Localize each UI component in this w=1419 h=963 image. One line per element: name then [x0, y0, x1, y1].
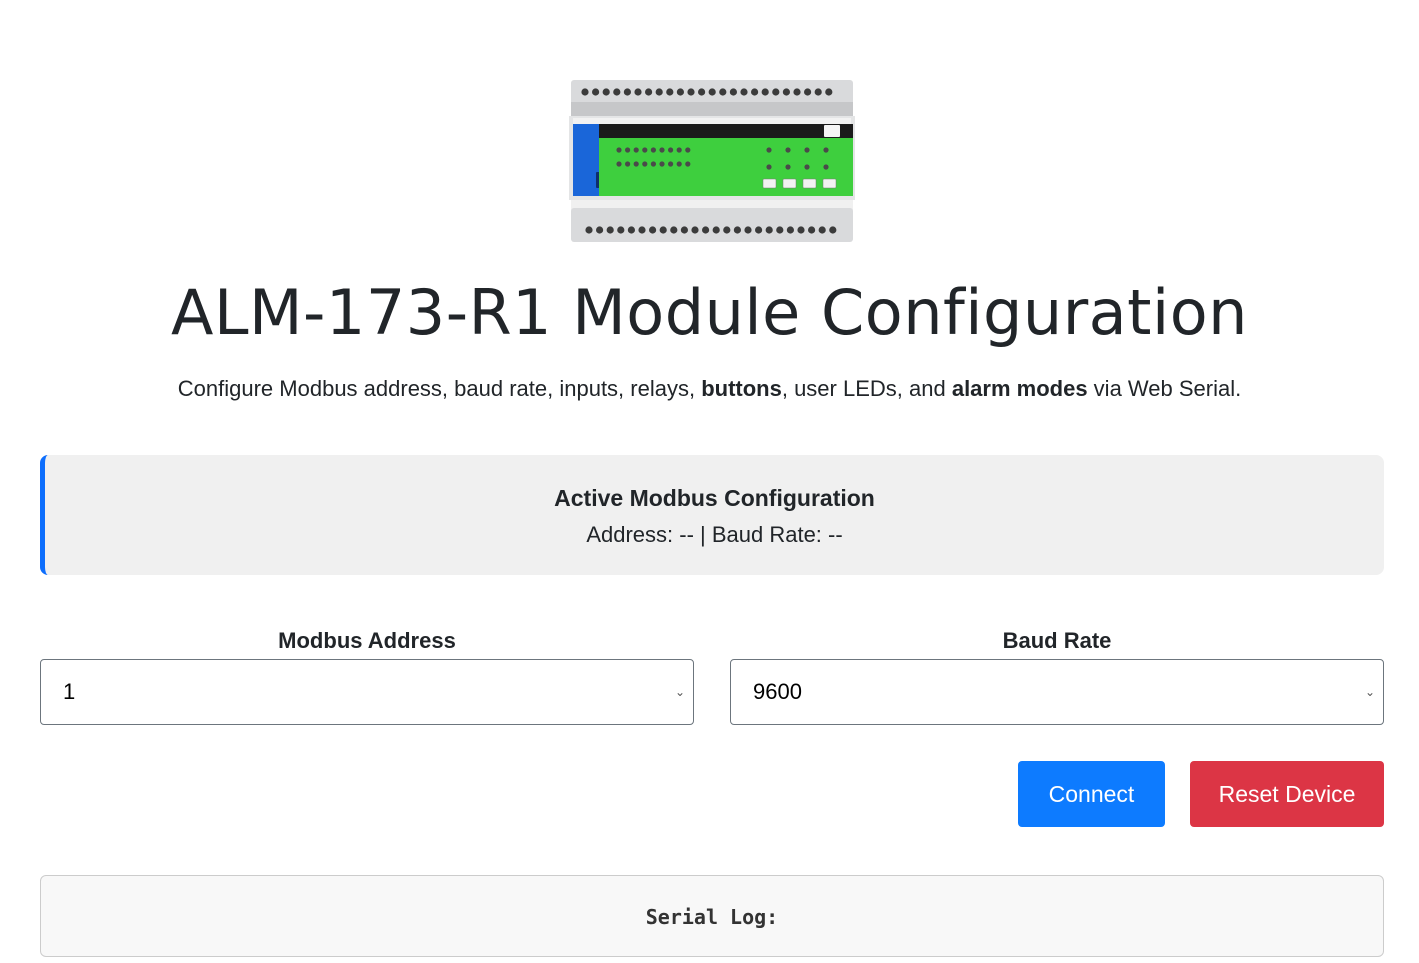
subtitle-part-1: buttons	[701, 376, 782, 401]
device-image	[567, 80, 857, 242]
baud-rate-select[interactable]: 9600 ⌄	[730, 659, 1384, 725]
active-config-heading: Active Modbus Configuration	[554, 485, 875, 511]
page-title: ALM-173-R1 Module Configuration	[171, 276, 1248, 349]
modbus-address-label: Modbus Address	[278, 628, 456, 653]
modbus-address-select[interactable]: 1 ⌄	[40, 659, 694, 725]
reset-device-button[interactable]: Reset Device	[1190, 761, 1384, 827]
subtitle-part-3: alarm modes	[951, 376, 1088, 401]
subtitle-part-2: , user LEDs, and	[781, 376, 952, 401]
modbus-address-value: 1	[63, 679, 76, 704]
baud-rate-label: Baud Rate	[1002, 628, 1112, 653]
baud-rate-value: 9600	[753, 679, 802, 704]
chevron-down-icon: ⌄	[1364, 685, 1375, 699]
connect-button[interactable]: Connect	[1018, 761, 1165, 827]
subtitle-part-0: Configure Modbus address, baud rate, inp…	[177, 376, 702, 401]
serial-log-title: Serial Log:	[645, 905, 779, 929]
serial-log-panel: Serial Log:	[40, 875, 1384, 957]
chevron-down-icon: ⌄	[674, 685, 685, 699]
active-config-panel: Active Modbus Configuration Address: -- …	[40, 455, 1384, 575]
subtitle-part-4: via Web Serial.	[1087, 376, 1242, 401]
active-config-status: Address: -- | Baud Rate: --	[586, 522, 843, 547]
page-subtitle: Configure Modbus address, baud rate, inp…	[0, 376, 1419, 402]
